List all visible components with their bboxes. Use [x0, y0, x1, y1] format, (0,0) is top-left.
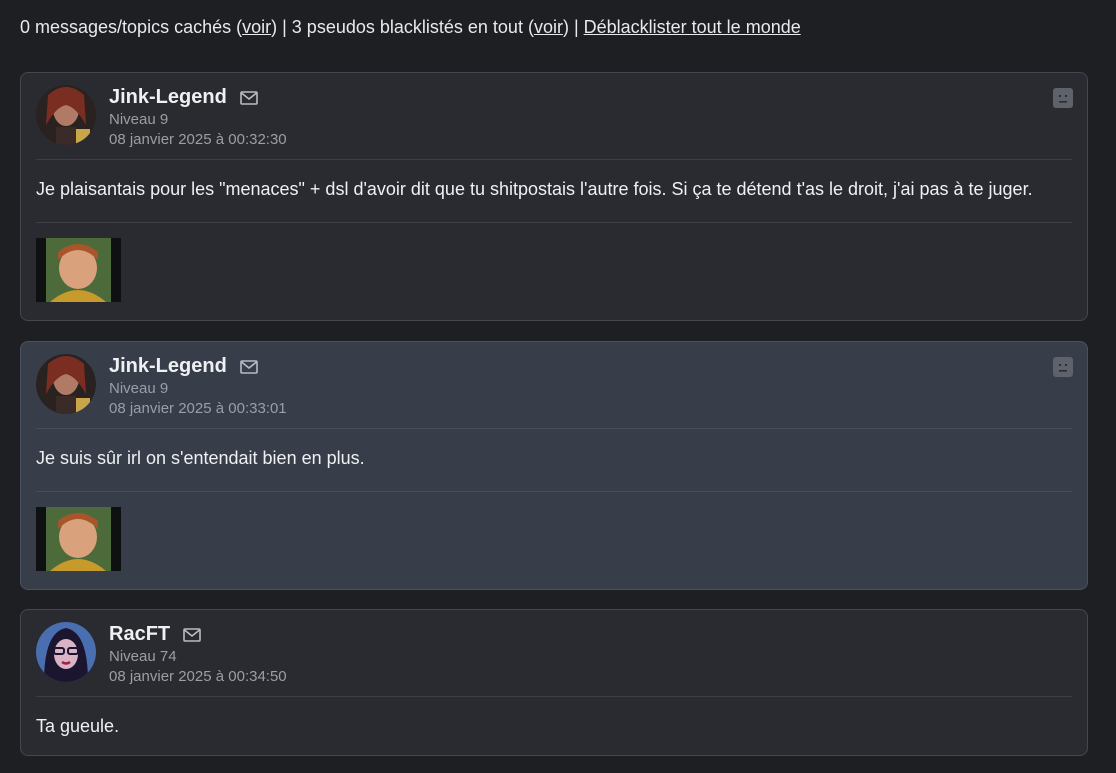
mail-icon[interactable] [183, 628, 201, 642]
view-blacklist-link[interactable]: voir [534, 17, 563, 37]
post-message: Je plaisantais pour les "menaces" + dsl … [36, 179, 1033, 199]
separator-text: ) | [562, 17, 584, 37]
divider [36, 696, 1072, 697]
hidden-count-text: 0 messages/topics cachés ( [20, 17, 243, 37]
author-level: Niveau 74 [109, 648, 177, 665]
divider [36, 428, 1072, 429]
divider [36, 222, 1072, 223]
author-level: Niveau 9 [109, 380, 169, 397]
mail-icon[interactable] [240, 91, 258, 105]
report-icon[interactable] [1053, 88, 1073, 108]
post-date[interactable]: 08 janvier 2025 à 00:32:30 [109, 131, 287, 148]
view-hidden-link[interactable]: voir [242, 17, 271, 37]
blacklist-count-text: ) | 3 pseudos blacklistés en tout ( [271, 17, 534, 37]
author-name[interactable]: RacFT [109, 623, 170, 646]
avatar[interactable] [36, 622, 96, 682]
post: Jink-Legend Niveau 9 08 janvier 2025 à 0… [20, 341, 1088, 590]
mail-icon[interactable] [240, 360, 258, 374]
post: RacFT Niveau 74 08 janvier 2025 à 00:34:… [20, 609, 1088, 756]
divider [36, 159, 1072, 160]
post-message: Je suis sûr irl on s'entendait bien en p… [36, 448, 365, 468]
post: Jink-Legend Niveau 9 08 janvier 2025 à 0… [20, 72, 1088, 321]
author-name[interactable]: Jink-Legend [109, 86, 227, 109]
avatar[interactable] [36, 354, 96, 414]
blacklist-bar: 0 messages/topics cachés (voir) | 3 pseu… [20, 17, 801, 38]
divider [36, 491, 1072, 492]
author-name[interactable]: Jink-Legend [109, 355, 227, 378]
post-date[interactable]: 08 janvier 2025 à 00:33:01 [109, 400, 287, 417]
report-icon[interactable] [1053, 357, 1073, 377]
author-level: Niveau 9 [109, 111, 169, 128]
sticker-image[interactable] [36, 507, 121, 571]
unblacklist-all-link[interactable]: Déblacklister tout le monde [584, 17, 801, 37]
avatar[interactable] [36, 85, 96, 145]
sticker-image[interactable] [36, 238, 121, 302]
post-message: Ta gueule. [36, 716, 120, 736]
post-date[interactable]: 08 janvier 2025 à 00:34:50 [109, 668, 287, 685]
